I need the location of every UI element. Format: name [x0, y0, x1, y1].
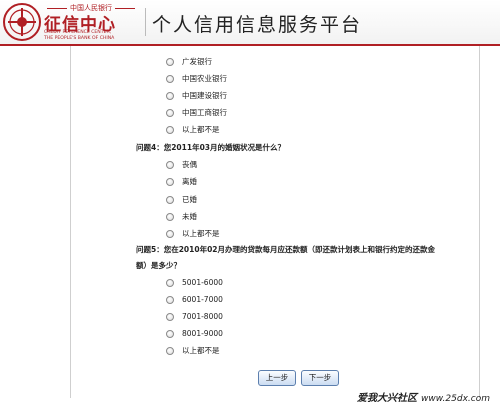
option-label: 中国建设银行 — [182, 91, 227, 100]
question-panel: 广发银行 中国农业银行 中国建设银行 中国工商银行 以上都不是 问题4：您201… — [70, 46, 480, 398]
option-label: 已婚 — [182, 195, 197, 204]
radio-button[interactable] — [166, 196, 174, 204]
radio-button[interactable] — [166, 213, 174, 221]
radio-button[interactable] — [166, 178, 174, 186]
option-label: 丧偶 — [182, 160, 197, 169]
radio-button[interactable] — [166, 296, 174, 304]
site-header: 中国人民银行 征信中心 CREDIT REFERENCE CENTER, THE… — [0, 0, 500, 46]
radio-button[interactable] — [166, 330, 174, 338]
radio-button[interactable] — [166, 126, 174, 134]
logo-english-text: CREDIT REFERENCE CENTER, THE PEOPLE'S BA… — [44, 30, 114, 41]
site-watermark: 爱我大兴社区 www.25dx.com — [357, 389, 490, 404]
next-step-button[interactable]: 下一步 — [301, 370, 339, 386]
credit-center-logo: 中国人民银行 征信中心 CREDIT REFERENCE CENTER, THE… — [2, 2, 142, 42]
radio-button[interactable] — [166, 230, 174, 238]
option-label: 7001-8000 — [182, 312, 223, 321]
radio-button[interactable] — [166, 347, 174, 355]
q5-question-line1: 问题5：您在2010年02月办理的贷款每月应还款额（即还款计划表上和银行约定的还… — [136, 245, 436, 254]
radio-button[interactable] — [166, 279, 174, 287]
header-divider — [145, 8, 146, 36]
watermark-url: www.25dx.com — [421, 394, 490, 404]
radio-button[interactable] — [166, 58, 174, 66]
option-label: 未婚 — [182, 212, 197, 221]
option-label: 以上都不是 — [182, 229, 220, 238]
radio-button[interactable] — [166, 109, 174, 117]
platform-title: 个人信用信息服务平台 — [152, 14, 363, 36]
radio-button[interactable] — [166, 75, 174, 83]
q5-question-line2: 额）是多少？ — [136, 261, 181, 270]
watermark-brand: 爱我大兴社区 — [357, 393, 418, 404]
option-label: 6001-7000 — [182, 295, 223, 304]
option-label: 中国农业银行 — [182, 74, 227, 83]
prev-step-button[interactable]: 上一步 — [258, 370, 296, 386]
logo-english-line2: THE PEOPLE'S BANK OF CHINA — [44, 35, 115, 41]
option-label: 中国工商银行 — [182, 108, 227, 117]
radio-button[interactable] — [166, 313, 174, 321]
option-label: 8001-9000 — [182, 329, 223, 338]
seal-icon — [3, 3, 41, 41]
radio-button[interactable] — [166, 92, 174, 100]
option-label: 5001-6000 — [182, 278, 223, 287]
option-label: 以上都不是 — [182, 346, 220, 355]
option-label: 广发银行 — [182, 57, 212, 66]
option-label: 以上都不是 — [182, 125, 220, 134]
radio-button[interactable] — [166, 161, 174, 169]
option-label: 离婚 — [182, 177, 197, 186]
q4-question: 问题4：您2011年03月的婚姻状况是什么？ — [136, 143, 286, 152]
logo-english-line1: CREDIT REFERENCE CENTER, — [44, 30, 112, 35]
